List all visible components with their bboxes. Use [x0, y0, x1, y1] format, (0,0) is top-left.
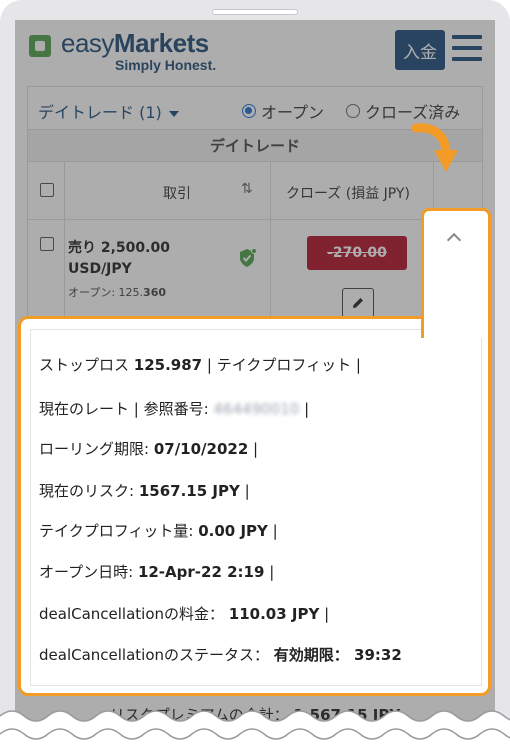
- logo-tagline: Simply Honest.: [115, 57, 217, 73]
- sort-icon[interactable]: ⇅: [241, 181, 253, 197]
- radio-unselected-icon: [346, 104, 360, 118]
- phone-frame: easyMarkets Simply Honest. 入金 デイトレード (1)…: [0, 0, 510, 754]
- trade-type-dropdown[interactable]: デイトレード (1): [38, 99, 179, 123]
- select-all-checkbox[interactable]: [40, 183, 54, 197]
- details-box: ストップロス 125.987 | テイクプロフィット | 現在のレート | 参照…: [30, 329, 482, 686]
- deposit-button[interactable]: 入金: [395, 30, 445, 70]
- detail-current-risk: 現在のリスク: 1567.15 JPY |: [39, 482, 250, 500]
- detail-rollover: ローリング期限: 07/10/2022 |: [39, 440, 259, 458]
- table-row[interactable]: 売り 2,500.00 USD/JPY オープン: 125.360 -270.0…: [27, 220, 483, 324]
- detail-open-time: オープン日時: 12-Apr-22 2:19 |: [39, 563, 275, 581]
- detail-deal-cancellation-fee: dealCancellationの料金： 110.03 JPY |: [39, 605, 330, 623]
- app-header: easyMarkets Simply Honest. 入金: [15, 20, 495, 86]
- detail-deal-cancellation-status: dealCancellationのステータス： 有効期限： 39:32: [39, 646, 402, 664]
- detail-take-profit-amount: テイクプロフィット量: 0.00 JPY |: [39, 522, 278, 540]
- edit-trade-button[interactable]: [342, 288, 374, 318]
- column-trade: 取引: [163, 186, 191, 202]
- trade-pair: USD/JPY: [68, 261, 132, 277]
- pencil-icon: [353, 298, 363, 308]
- radio-open[interactable]: オープン: [242, 99, 324, 123]
- caret-down-icon: [168, 110, 179, 117]
- logo-wordmark: easyMarkets: [61, 28, 209, 58]
- detail-stop-loss: ストップロス 125.987 | テイクプロフィット |: [39, 356, 361, 374]
- chevron-up-icon[interactable]: [446, 232, 462, 248]
- trade-details-panel: ストップロス 125.987 | テイクプロフィット | 現在のレート | 参照…: [18, 316, 491, 696]
- shield-check-icon: [240, 248, 257, 267]
- torn-edge: [0, 710, 510, 754]
- row-checkbox[interactable]: [40, 237, 54, 251]
- column-close: クローズ (損益 JPY): [286, 186, 410, 202]
- radio-selected-icon: [242, 104, 256, 118]
- trade-side-amount: 売り 2,500.00: [68, 240, 170, 256]
- detail-current-rate: 現在のレート | 参照番号: 464490010 |: [39, 400, 310, 418]
- logo-icon: [29, 35, 51, 57]
- highlight-joint: [424, 314, 488, 322]
- menu-icon[interactable]: [452, 35, 482, 63]
- trade-open-rate: オープン: 125.360: [68, 286, 167, 299]
- ref-number-masked: 464490010: [213, 400, 300, 418]
- close-trade-button[interactable]: -270.00: [307, 236, 407, 270]
- curved-arrow-icon: [412, 123, 458, 172]
- phone-speaker: [212, 9, 298, 15]
